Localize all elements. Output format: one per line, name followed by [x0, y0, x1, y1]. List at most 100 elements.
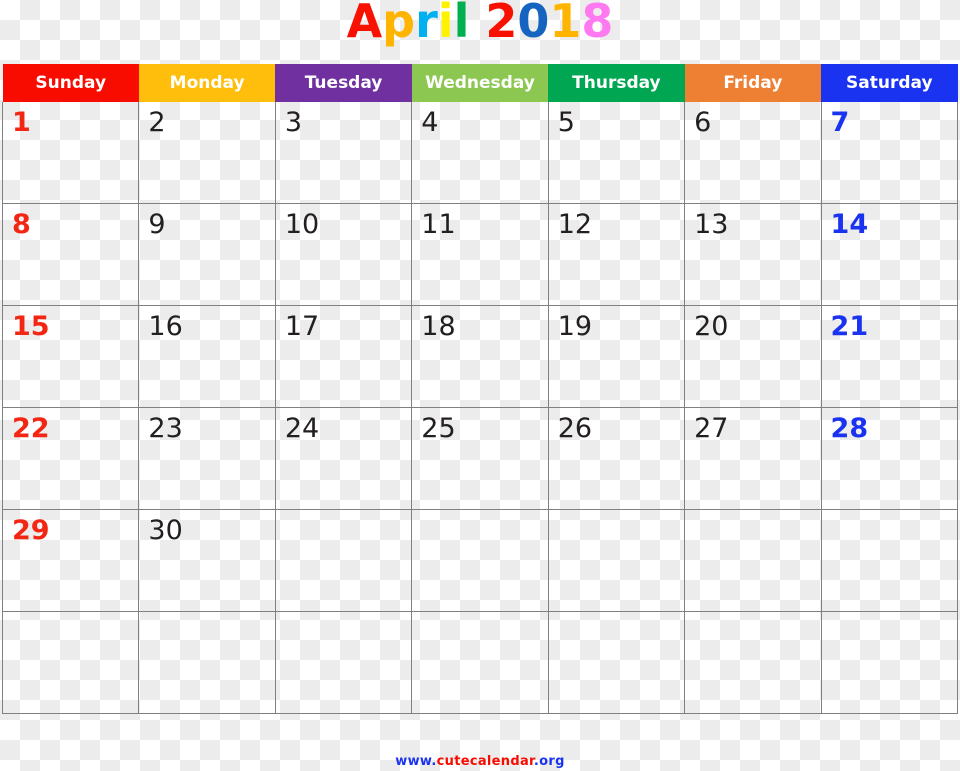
weekday-header-friday: Friday [684, 64, 822, 102]
calendar-cell-day[interactable]: 3 [275, 102, 413, 204]
calendar-cell-day[interactable]: 12 [548, 203, 686, 306]
calendar-cell-day[interactable]: 21 [821, 305, 959, 408]
calendar-cell-empty [275, 509, 413, 612]
title-letter: 2 [485, 0, 518, 48]
day-number: 16 [148, 311, 183, 342]
calendar-cell-empty [821, 611, 959, 714]
day-number: 29 [12, 515, 50, 546]
day-number: 14 [830, 209, 869, 240]
calendar-cell-empty [548, 509, 686, 612]
calendar-cell-day[interactable]: 15 [1, 305, 140, 408]
day-number: 12 [557, 209, 593, 240]
title-letter: 8 [581, 0, 614, 48]
day-number: 4 [421, 107, 439, 138]
calendar-cell-empty [411, 611, 549, 714]
title-letter [469, 0, 485, 48]
calendar-cell-day[interactable]: 14 [821, 203, 959, 306]
title-letter: 0 [517, 0, 550, 48]
calendar-cell-day[interactable]: 7 [821, 102, 959, 204]
day-number: 1 [12, 107, 31, 138]
day-number: 24 [284, 413, 320, 444]
day-number: 11 [421, 209, 456, 240]
calendar-cell-day[interactable]: 5 [548, 102, 686, 204]
calendar-cell-day[interactable]: 16 [138, 305, 276, 408]
calendar-cell-day[interactable]: 26 [548, 407, 686, 510]
day-number: 8 [12, 209, 31, 240]
calendar-week-row [1, 611, 959, 714]
day-number: 23 [148, 413, 183, 444]
title-letter: r [415, 0, 438, 48]
title-letter: p [382, 0, 416, 48]
title-letter: i [437, 0, 454, 48]
calendar-cell-day[interactable]: 20 [684, 305, 822, 408]
calendar-cell-empty [684, 611, 822, 714]
calendar-cell-day[interactable]: 17 [275, 305, 413, 408]
calendar-week-row: 8 9 10 11 12 13 14 [1, 203, 959, 306]
calendar-header-row: Sunday Monday Tuesday Wednesday Thursday Frid… [2, 64, 958, 102]
day-number: 15 [12, 311, 50, 342]
calendar-cell-day[interactable]: 22 [1, 407, 140, 510]
day-number: 22 [12, 413, 50, 444]
page-title: April 2018 [347, 0, 614, 46]
day-number: 13 [694, 209, 729, 240]
footer-website-link[interactable]: www.cutecalendar.org [0, 754, 960, 769]
calendar-cell-day[interactable]: 28 [821, 407, 959, 510]
calendar-cell-day[interactable]: 8 [1, 203, 140, 306]
calendar-cell-day[interactable]: 2 [138, 102, 276, 204]
calendar-cell-empty [411, 509, 549, 612]
calendar-cell-day[interactable]: 19 [548, 305, 686, 408]
calendar-body: 1 2 3 4 5 6 7 8 9 10 11 12 13 14 15 16 17 18 19 20 21 22 23 24 2… [1, 102, 959, 714]
calendar-cell-day[interactable]: 10 [275, 203, 413, 306]
title-letter: A [346, 0, 383, 48]
calendar-week-row: 29 30 [1, 509, 959, 612]
title-letter: l [453, 0, 470, 48]
calendar-cell-empty [138, 611, 276, 714]
calendar-cell-day[interactable]: 4 [411, 102, 549, 204]
calendar-cell-day[interactable]: 25 [411, 407, 549, 510]
calendar-cell-day[interactable]: 6 [684, 102, 822, 204]
weekday-header-monday: Monday [138, 64, 276, 102]
day-number: 6 [694, 107, 712, 138]
day-number: 28 [830, 413, 869, 444]
weekday-header-row: Sunday Monday Tuesday Wednesday Thursday Frid… [2, 64, 958, 102]
calendar-cell-day[interactable]: 27 [684, 407, 822, 510]
calendar-cell-day[interactable]: 18 [411, 305, 549, 408]
weekday-header-thursday: Thursday [548, 64, 685, 102]
calendar-page: April 2018 Sunday Monday Tuesday Wednesday T… [0, 0, 960, 771]
day-number: 19 [557, 311, 593, 342]
weekday-header-sunday: Sunday [2, 64, 139, 102]
footer-link-part: www [395, 754, 432, 769]
calendar-cell-day[interactable]: 9 [138, 203, 276, 306]
day-number: 2 [148, 107, 166, 138]
calendar-cell-day[interactable]: 11 [411, 203, 549, 306]
weekday-header-wednesday: Wednesday [411, 64, 549, 102]
day-number: 5 [557, 107, 575, 138]
day-number: 25 [421, 413, 456, 444]
calendar-cell-empty [821, 509, 959, 612]
calendar-cell-empty [548, 611, 686, 714]
footer-link-part: .org [533, 754, 565, 769]
day-number: 7 [830, 107, 850, 138]
calendar-cell-day[interactable]: 29 [1, 509, 140, 612]
day-number: 20 [694, 311, 729, 342]
day-number: 21 [830, 311, 869, 342]
calendar-cell-day[interactable]: 24 [275, 407, 413, 510]
weekday-header-tuesday: Tuesday [275, 64, 412, 102]
day-number: 9 [148, 209, 166, 240]
calendar-cell-day[interactable]: 30 [138, 509, 276, 612]
calendar-cell-day[interactable]: 13 [684, 203, 822, 306]
calendar-grid: Sunday Monday Tuesday Wednesday Thursday Frid… [1, 64, 959, 714]
calendar-cell-empty [1, 611, 140, 714]
calendar-cell-empty [684, 509, 822, 612]
calendar-cell-day[interactable]: 1 [1, 102, 140, 204]
calendar-week-row: 15 16 17 18 19 20 21 [1, 305, 959, 408]
day-number: 3 [284, 107, 303, 138]
day-number: 26 [557, 413, 593, 444]
title-letter: 1 [549, 0, 582, 48]
day-number: 18 [421, 311, 456, 342]
calendar-cell-day[interactable]: 23 [138, 407, 276, 510]
footer-link-part: cutecalendar [436, 754, 534, 769]
calendar-title-wrapper: April 2018 [0, 0, 960, 46]
day-number: 30 [148, 515, 183, 546]
day-number: 10 [284, 209, 320, 240]
